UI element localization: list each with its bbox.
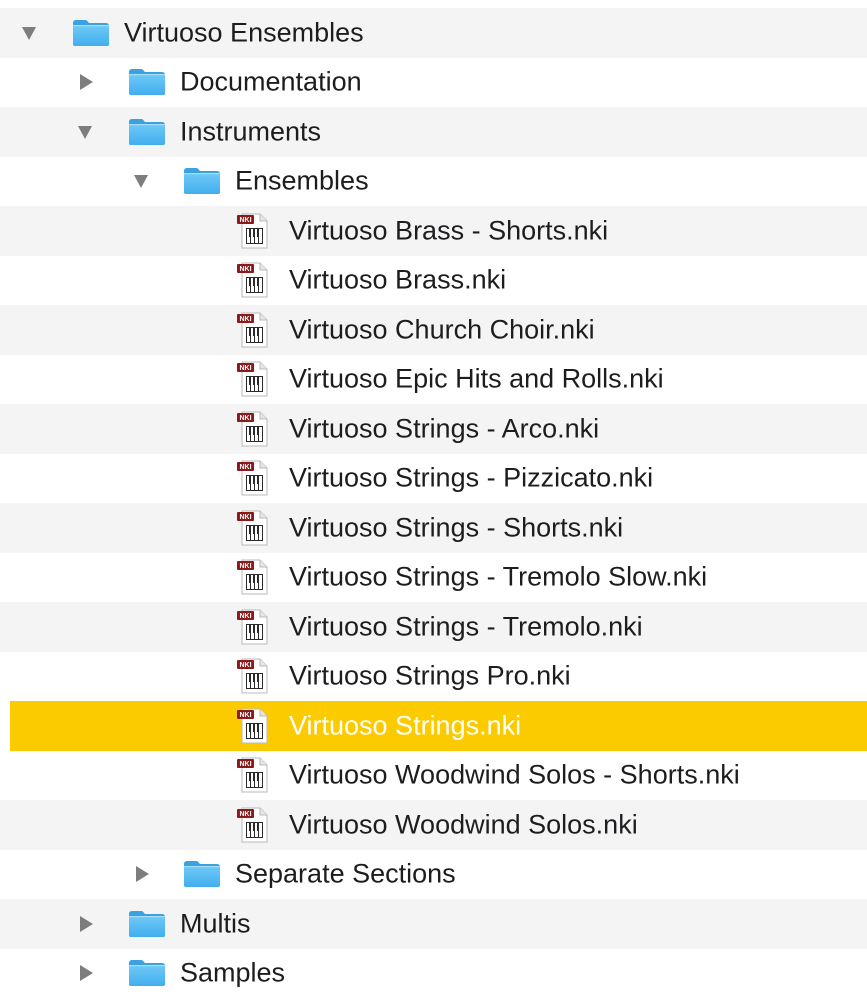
tree-row-file[interactable]: Virtuoso Strings - Pizzicato.nki bbox=[0, 454, 867, 504]
tree-row-label: Virtuoso Strings - Pizzicato.nki bbox=[289, 462, 654, 493]
nki-file-icon bbox=[236, 311, 270, 349]
tree-row-label: Virtuoso Brass.nki bbox=[289, 264, 507, 295]
tree-row-label: Documentation bbox=[180, 66, 362, 97]
tree-row-label: Separate Sections bbox=[235, 858, 456, 889]
tree-row-virtuoso-ensembles[interactable]: Virtuoso Ensembles bbox=[0, 8, 867, 58]
tree-row-label: Virtuoso Strings Pro.nki bbox=[289, 660, 571, 691]
tree-row-label: Virtuoso Strings - Arco.nki bbox=[289, 413, 600, 444]
tree-row-label: Virtuoso Strings.nki bbox=[289, 710, 522, 741]
file-tree: Virtuoso Ensembles Documentation Instrum… bbox=[0, 8, 867, 998]
nki-file-icon bbox=[236, 558, 270, 596]
nki-file-icon bbox=[236, 509, 270, 547]
folder-icon bbox=[128, 910, 166, 938]
tree-row-multis[interactable]: Multis bbox=[0, 899, 867, 949]
tree-row-ensembles[interactable]: Ensembles bbox=[0, 157, 867, 207]
tree-row-file[interactable]: Virtuoso Brass.nki bbox=[0, 256, 867, 306]
nki-file-icon bbox=[236, 212, 270, 250]
tree-row-file[interactable]: Virtuoso Epic Hits and Rolls.nki bbox=[0, 355, 867, 405]
tree-row-instruments[interactable]: Instruments bbox=[0, 107, 867, 157]
disclosure-triangle-open-icon[interactable] bbox=[134, 175, 148, 189]
tree-row-documentation[interactable]: Documentation bbox=[0, 58, 867, 108]
tree-row-label: Ensembles bbox=[235, 165, 369, 196]
tree-row-file[interactable]: Virtuoso Woodwind Solos.nki bbox=[0, 800, 867, 850]
tree-row-label: Multis bbox=[180, 908, 251, 939]
tree-row-label: Virtuoso Ensembles bbox=[124, 17, 364, 48]
nki-file-icon bbox=[236, 806, 270, 844]
tree-row-label: Instruments bbox=[180, 116, 322, 147]
tree-row-file[interactable]: Virtuoso Strings - Tremolo Slow.nki bbox=[0, 553, 867, 603]
tree-row-label: Samples bbox=[180, 957, 286, 988]
folder-icon bbox=[128, 959, 166, 987]
nki-file-icon bbox=[236, 756, 270, 794]
nki-file-icon bbox=[236, 410, 270, 448]
disclosure-triangle-open-icon[interactable] bbox=[22, 26, 36, 40]
tree-row-file[interactable]: Virtuoso Woodwind Solos - Shorts.nki bbox=[0, 751, 867, 801]
tree-row-label: Virtuoso Strings - Tremolo.nki bbox=[289, 611, 643, 642]
disclosure-triangle-closed-icon[interactable] bbox=[136, 866, 149, 883]
folder-icon bbox=[183, 860, 221, 888]
folder-icon bbox=[183, 167, 221, 195]
tree-row-file[interactable]: Virtuoso Strings Pro.nki bbox=[0, 652, 867, 702]
tree-row-samples[interactable]: Samples bbox=[0, 949, 867, 999]
tree-row-file[interactable]: Virtuoso Church Choir.nki bbox=[0, 305, 867, 355]
tree-row-file[interactable]: Virtuoso Strings - Tremolo.nki bbox=[0, 602, 867, 652]
nki-file-icon bbox=[236, 608, 270, 646]
tree-row-file-selected[interactable]: Virtuoso Strings.nki bbox=[10, 701, 867, 751]
tree-row-label: Virtuoso Epic Hits and Rolls.nki bbox=[289, 363, 664, 394]
tree-row-file[interactable]: Virtuoso Strings - Shorts.nki bbox=[0, 503, 867, 553]
tree-row-label: Virtuoso Strings - Tremolo Slow.nki bbox=[289, 561, 708, 592]
folder-icon bbox=[128, 118, 166, 146]
tree-row-file[interactable]: Virtuoso Strings - Arco.nki bbox=[0, 404, 867, 454]
tree-row-label: Virtuoso Strings - Shorts.nki bbox=[289, 512, 624, 543]
nki-file-icon bbox=[236, 657, 270, 695]
nki-file-icon bbox=[236, 261, 270, 299]
tree-row-separate-sections[interactable]: Separate Sections bbox=[0, 850, 867, 900]
folder-icon bbox=[128, 68, 166, 96]
disclosure-triangle-closed-icon[interactable] bbox=[80, 965, 93, 982]
tree-row-label: Virtuoso Church Choir.nki bbox=[289, 314, 595, 345]
nki-file-icon bbox=[236, 459, 270, 497]
tree-row-label: Virtuoso Woodwind Solos - Shorts.nki bbox=[289, 759, 740, 790]
disclosure-triangle-closed-icon[interactable] bbox=[80, 74, 93, 91]
nki-file-icon bbox=[236, 707, 270, 745]
tree-row-label: Virtuoso Woodwind Solos.nki bbox=[289, 809, 638, 840]
disclosure-triangle-closed-icon[interactable] bbox=[80, 915, 93, 932]
disclosure-triangle-open-icon[interactable] bbox=[78, 125, 92, 139]
tree-row-label: Virtuoso Brass - Shorts.nki bbox=[289, 215, 609, 246]
folder-icon bbox=[72, 19, 110, 47]
tree-row-file[interactable]: Virtuoso Brass - Shorts.nki bbox=[0, 206, 867, 256]
nki-file-icon bbox=[236, 360, 270, 398]
